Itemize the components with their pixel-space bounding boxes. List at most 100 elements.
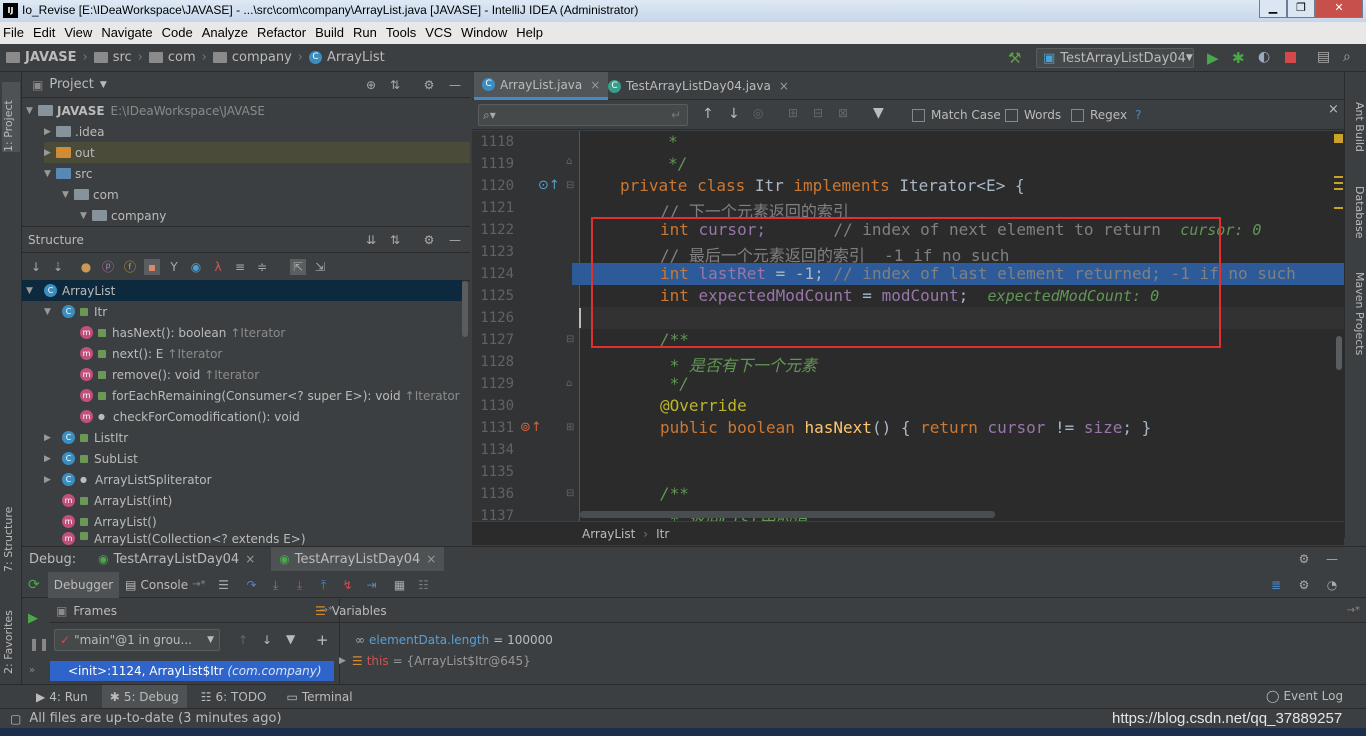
menu-window[interactable]: Window: [458, 22, 510, 40]
thread-selector[interactable]: ✓ "main"@1 in grou... ▼: [54, 629, 220, 651]
hide-panel-icon[interactable]: —: [447, 77, 463, 93]
implements-gutter-icon[interactable]: ⊙↑: [538, 178, 560, 193]
show-execution-point-icon[interactable]: ☰: [216, 577, 232, 593]
run-config-selector[interactable]: ▣ TestArrayListDay04 ▼: [1036, 48, 1194, 68]
collapse-all-icon[interactable]: ⇅: [387, 232, 403, 248]
tool-tab-structure[interactable]: 7: Structure: [2, 492, 20, 572]
collapse-icon[interactable]: ≑: [254, 259, 270, 275]
close-icon[interactable]: ×: [590, 78, 600, 92]
chevron-down-icon[interactable]: ▼: [100, 80, 107, 90]
structure-method[interactable]: m ● checkForComodification(): void: [80, 406, 300, 427]
menu-analyze[interactable]: Analyze: [199, 22, 251, 40]
filter-icon[interactable]: ▼: [873, 105, 884, 121]
arrow-down-icon[interactable]: ↓: [262, 633, 272, 647]
nav-crumb-src[interactable]: src: [93, 50, 132, 65]
build-hammer-icon[interactable]: ⚒: [1008, 49, 1021, 67]
memory-icon[interactable]: ◔: [1324, 577, 1340, 593]
tree-item-out[interactable]: ▶ out: [44, 142, 470, 163]
structure-item[interactable]: ▶ C SubList: [44, 448, 138, 469]
locate-icon[interactable]: ⊕: [363, 77, 379, 93]
pause-icon[interactable]: ❚❚: [29, 637, 49, 651]
gear-icon[interactable]: ⚙: [421, 77, 437, 93]
structure-scrollbar[interactable]: [462, 281, 468, 337]
fold-icon[interactable]: ⊟: [566, 334, 574, 345]
structure-item[interactable]: ▶ C ListItr: [44, 427, 128, 448]
structure-method[interactable]: m next(): E ↑Iterator: [80, 343, 222, 364]
tree-item-company[interactable]: ▼ company: [80, 205, 166, 226]
sort-alpha-icon[interactable]: ⇣: [50, 259, 66, 275]
menu-view[interactable]: View: [61, 22, 95, 40]
variable-row[interactable]: ▶ ☰ this = {ArrayList$Itr@645}: [339, 654, 531, 668]
menu-file[interactable]: File: [0, 22, 27, 40]
words-checkbox[interactable]: Words: [1005, 108, 1061, 122]
anonymous-classes-icon[interactable]: ◉: [188, 259, 204, 275]
menu-run[interactable]: Run: [350, 22, 380, 40]
stop-icon[interactable]: [1285, 52, 1296, 63]
structure-method[interactable]: m remove(): void ↑Iterator: [80, 364, 259, 385]
trace-icon[interactable]: ☷: [416, 577, 432, 593]
debugger-tab[interactable]: Debugger: [47, 571, 120, 598]
previous-occurrence-icon[interactable]: ↑: [702, 106, 714, 122]
structure-method[interactable]: m forEachRemaining(Consumer<? super E>): …: [80, 385, 460, 406]
close-icon[interactable]: ×: [1328, 102, 1339, 117]
horizontal-scrollbar[interactable]: [580, 511, 995, 518]
override-gutter-icon[interactable]: ⊚↑: [520, 420, 542, 435]
step-over-icon[interactable]: ↷: [244, 577, 260, 593]
force-step-into-icon[interactable]: ⤓: [292, 577, 308, 593]
breadcrumb-inner-class[interactable]: Itr: [656, 527, 669, 541]
restore-layout-icon[interactable]: ⚙: [1296, 577, 1312, 593]
autoscroll-to-source-icon[interactable]: ⇱: [290, 258, 306, 275]
hide-panel-icon[interactable]: —: [447, 232, 463, 248]
tree-item-idea[interactable]: ▶ .idea: [44, 121, 105, 142]
regex-checkbox[interactable]: Regex?: [1071, 108, 1141, 122]
breadcrumb-class[interactable]: ArrayList: [582, 527, 635, 541]
structure-root[interactable]: ▼ C ArrayList: [22, 280, 462, 301]
structure-constructor[interactable]: m ArrayList(Collection<? extends E>): [62, 532, 306, 546]
tool-tab-project[interactable]: 1: Project: [2, 82, 20, 152]
rerun-icon[interactable]: ⟳: [28, 577, 40, 593]
menu-vcs[interactable]: VCS: [422, 22, 455, 40]
arrow-up-icon[interactable]: ↑: [238, 633, 248, 647]
menu-edit[interactable]: Edit: [30, 22, 58, 40]
show-lambdas-icon[interactable]: Y: [166, 259, 182, 275]
drop-frame-icon[interactable]: ↯: [340, 577, 356, 593]
pin-icon[interactable]: →*: [1347, 605, 1360, 616]
hide-panel-icon[interactable]: —: [1324, 551, 1340, 567]
show-properties-icon[interactable]: ⓟ: [100, 259, 116, 275]
tab-arraylist-java[interactable]: C ArrayList.java ×: [474, 72, 609, 100]
regex-help-link[interactable]: ?: [1135, 108, 1141, 122]
next-occurrence-icon[interactable]: ↓: [728, 106, 740, 122]
gear-icon[interactable]: ⚙: [1296, 551, 1312, 567]
fold-icon[interactable]: ⊟: [566, 488, 574, 499]
tool-tab-todo[interactable]: ☷ 6: TODO: [195, 685, 273, 709]
step-into-icon[interactable]: ⤓: [268, 577, 284, 593]
search-everywhere-icon[interactable]: ⌕: [1343, 49, 1351, 65]
lambda-icon[interactable]: λ: [210, 259, 226, 275]
maximize-button[interactable]: ❐: [1287, 0, 1315, 18]
warning-marker-icon[interactable]: [1334, 134, 1343, 143]
align-icon[interactable]: ≡: [232, 259, 248, 275]
tree-item-src[interactable]: ▼ src: [44, 163, 93, 184]
menu-code[interactable]: Code: [159, 22, 196, 40]
minimize-button[interactable]: ▁: [1259, 0, 1287, 18]
nav-crumb-project[interactable]: JAVASE: [6, 50, 77, 65]
nav-crumb-com[interactable]: com: [148, 50, 196, 65]
console-tab[interactable]: ▤ Console →*: [125, 578, 205, 592]
debug-bug-icon[interactable]: ✱: [1232, 49, 1245, 67]
show-non-public-icon[interactable]: ▪: [144, 258, 160, 275]
fold-icon[interactable]: ⊟: [566, 180, 574, 191]
gear-icon[interactable]: ⚙: [421, 232, 437, 248]
debug-session-tab-active[interactable]: ◉ TestArrayListDay04 ×: [271, 547, 445, 571]
structure-item-itr[interactable]: ▼ C Itr: [44, 301, 107, 322]
variable-row[interactable]: ∞ elementData.length = 100000: [355, 633, 553, 647]
tab-test-arraylist[interactable]: C TestArrayListDay04.java ×: [600, 72, 797, 100]
tool-tab-run[interactable]: ▶ 4: Run: [30, 685, 94, 709]
menu-tools[interactable]: Tools: [383, 22, 419, 40]
collapsed-arrow-icon[interactable]: ▶: [339, 656, 346, 666]
collapse-all-icon[interactable]: ⇅: [387, 77, 403, 93]
tool-tab-maven[interactable]: Maven Projects: [1348, 272, 1366, 372]
step-out-icon[interactable]: ⤒: [316, 577, 332, 593]
tool-tab-favorites[interactable]: 2: Favorites: [2, 594, 20, 674]
autoscroll-from-source-icon[interactable]: ⇲: [312, 259, 328, 275]
filter-icon[interactable]: ▼: [286, 632, 295, 646]
